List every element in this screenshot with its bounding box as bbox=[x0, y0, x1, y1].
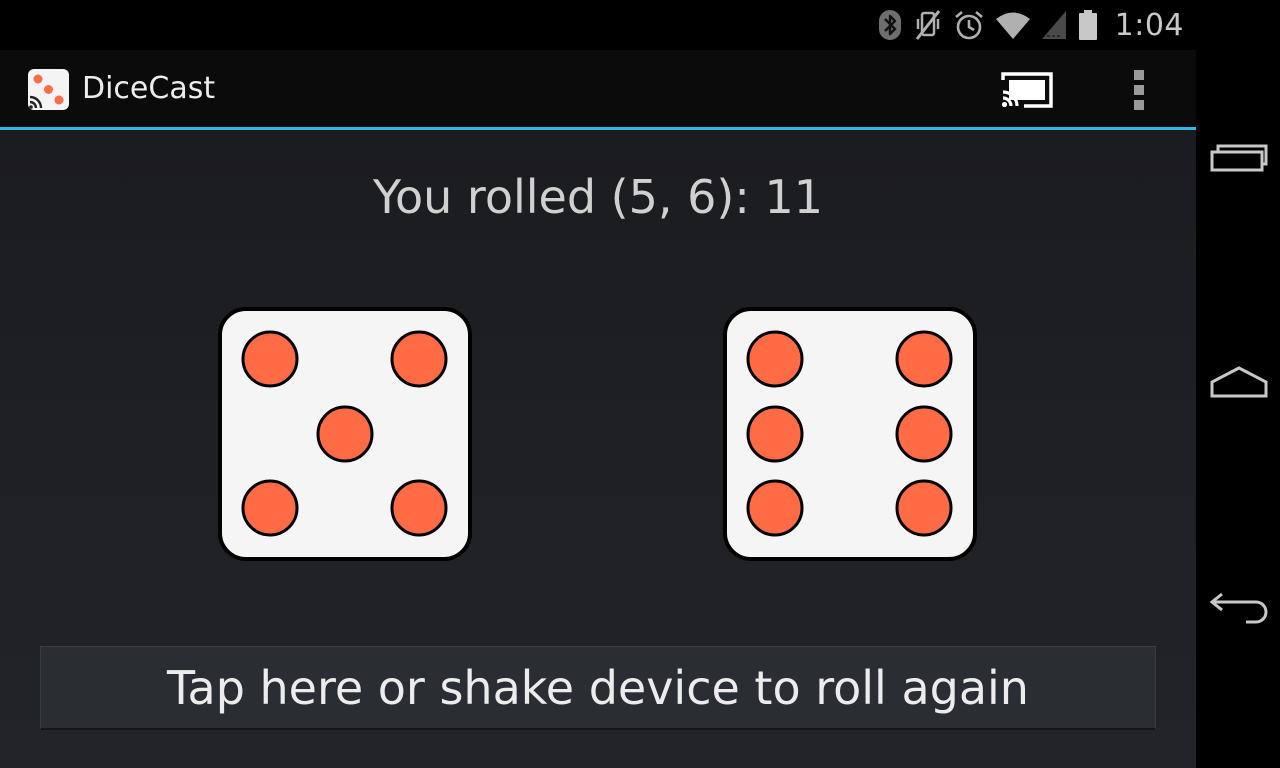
die-pip bbox=[895, 479, 953, 537]
home-icon[interactable] bbox=[1208, 358, 1270, 408]
main-content: You rolled (5, 6): 11 Tap here or shake … bbox=[0, 130, 1196, 768]
navigation-bar bbox=[1196, 0, 1280, 768]
roll-again-button[interactable]: Tap here or shake device to roll again bbox=[40, 646, 1156, 730]
cast-icon[interactable] bbox=[1000, 70, 1054, 110]
signal-icon bbox=[1041, 10, 1067, 40]
roll-result-text: You rolled (5, 6): 11 bbox=[373, 170, 823, 224]
status-clock: 1:04 bbox=[1114, 7, 1184, 43]
die-pip bbox=[241, 330, 299, 388]
action-bar: DiceCast bbox=[0, 50, 1196, 130]
die-pip bbox=[390, 330, 448, 388]
die-pip bbox=[241, 479, 299, 537]
app-title: DiceCast bbox=[82, 71, 216, 106]
alarm-icon bbox=[953, 9, 985, 41]
die-pip bbox=[316, 405, 374, 463]
status-bar: 1:04 bbox=[0, 0, 1196, 50]
app-logo-icon bbox=[28, 69, 69, 110]
die-pip bbox=[746, 330, 804, 388]
die-pip bbox=[390, 479, 448, 537]
die-pip bbox=[746, 479, 804, 537]
overflow-menu-icon[interactable] bbox=[1122, 68, 1158, 112]
die-pip bbox=[895, 330, 953, 388]
bluetooth-icon bbox=[877, 9, 903, 41]
die-right bbox=[722, 306, 978, 562]
die-left bbox=[217, 306, 473, 562]
back-icon[interactable] bbox=[1208, 580, 1270, 630]
battery-icon bbox=[1077, 9, 1099, 41]
die-pip bbox=[895, 405, 953, 463]
die-pip bbox=[746, 405, 804, 463]
wifi-icon bbox=[995, 10, 1031, 40]
recent-apps-icon[interactable] bbox=[1208, 136, 1270, 186]
vibrate-mute-icon bbox=[913, 9, 943, 41]
status-icons: 1:04 bbox=[877, 0, 1184, 50]
